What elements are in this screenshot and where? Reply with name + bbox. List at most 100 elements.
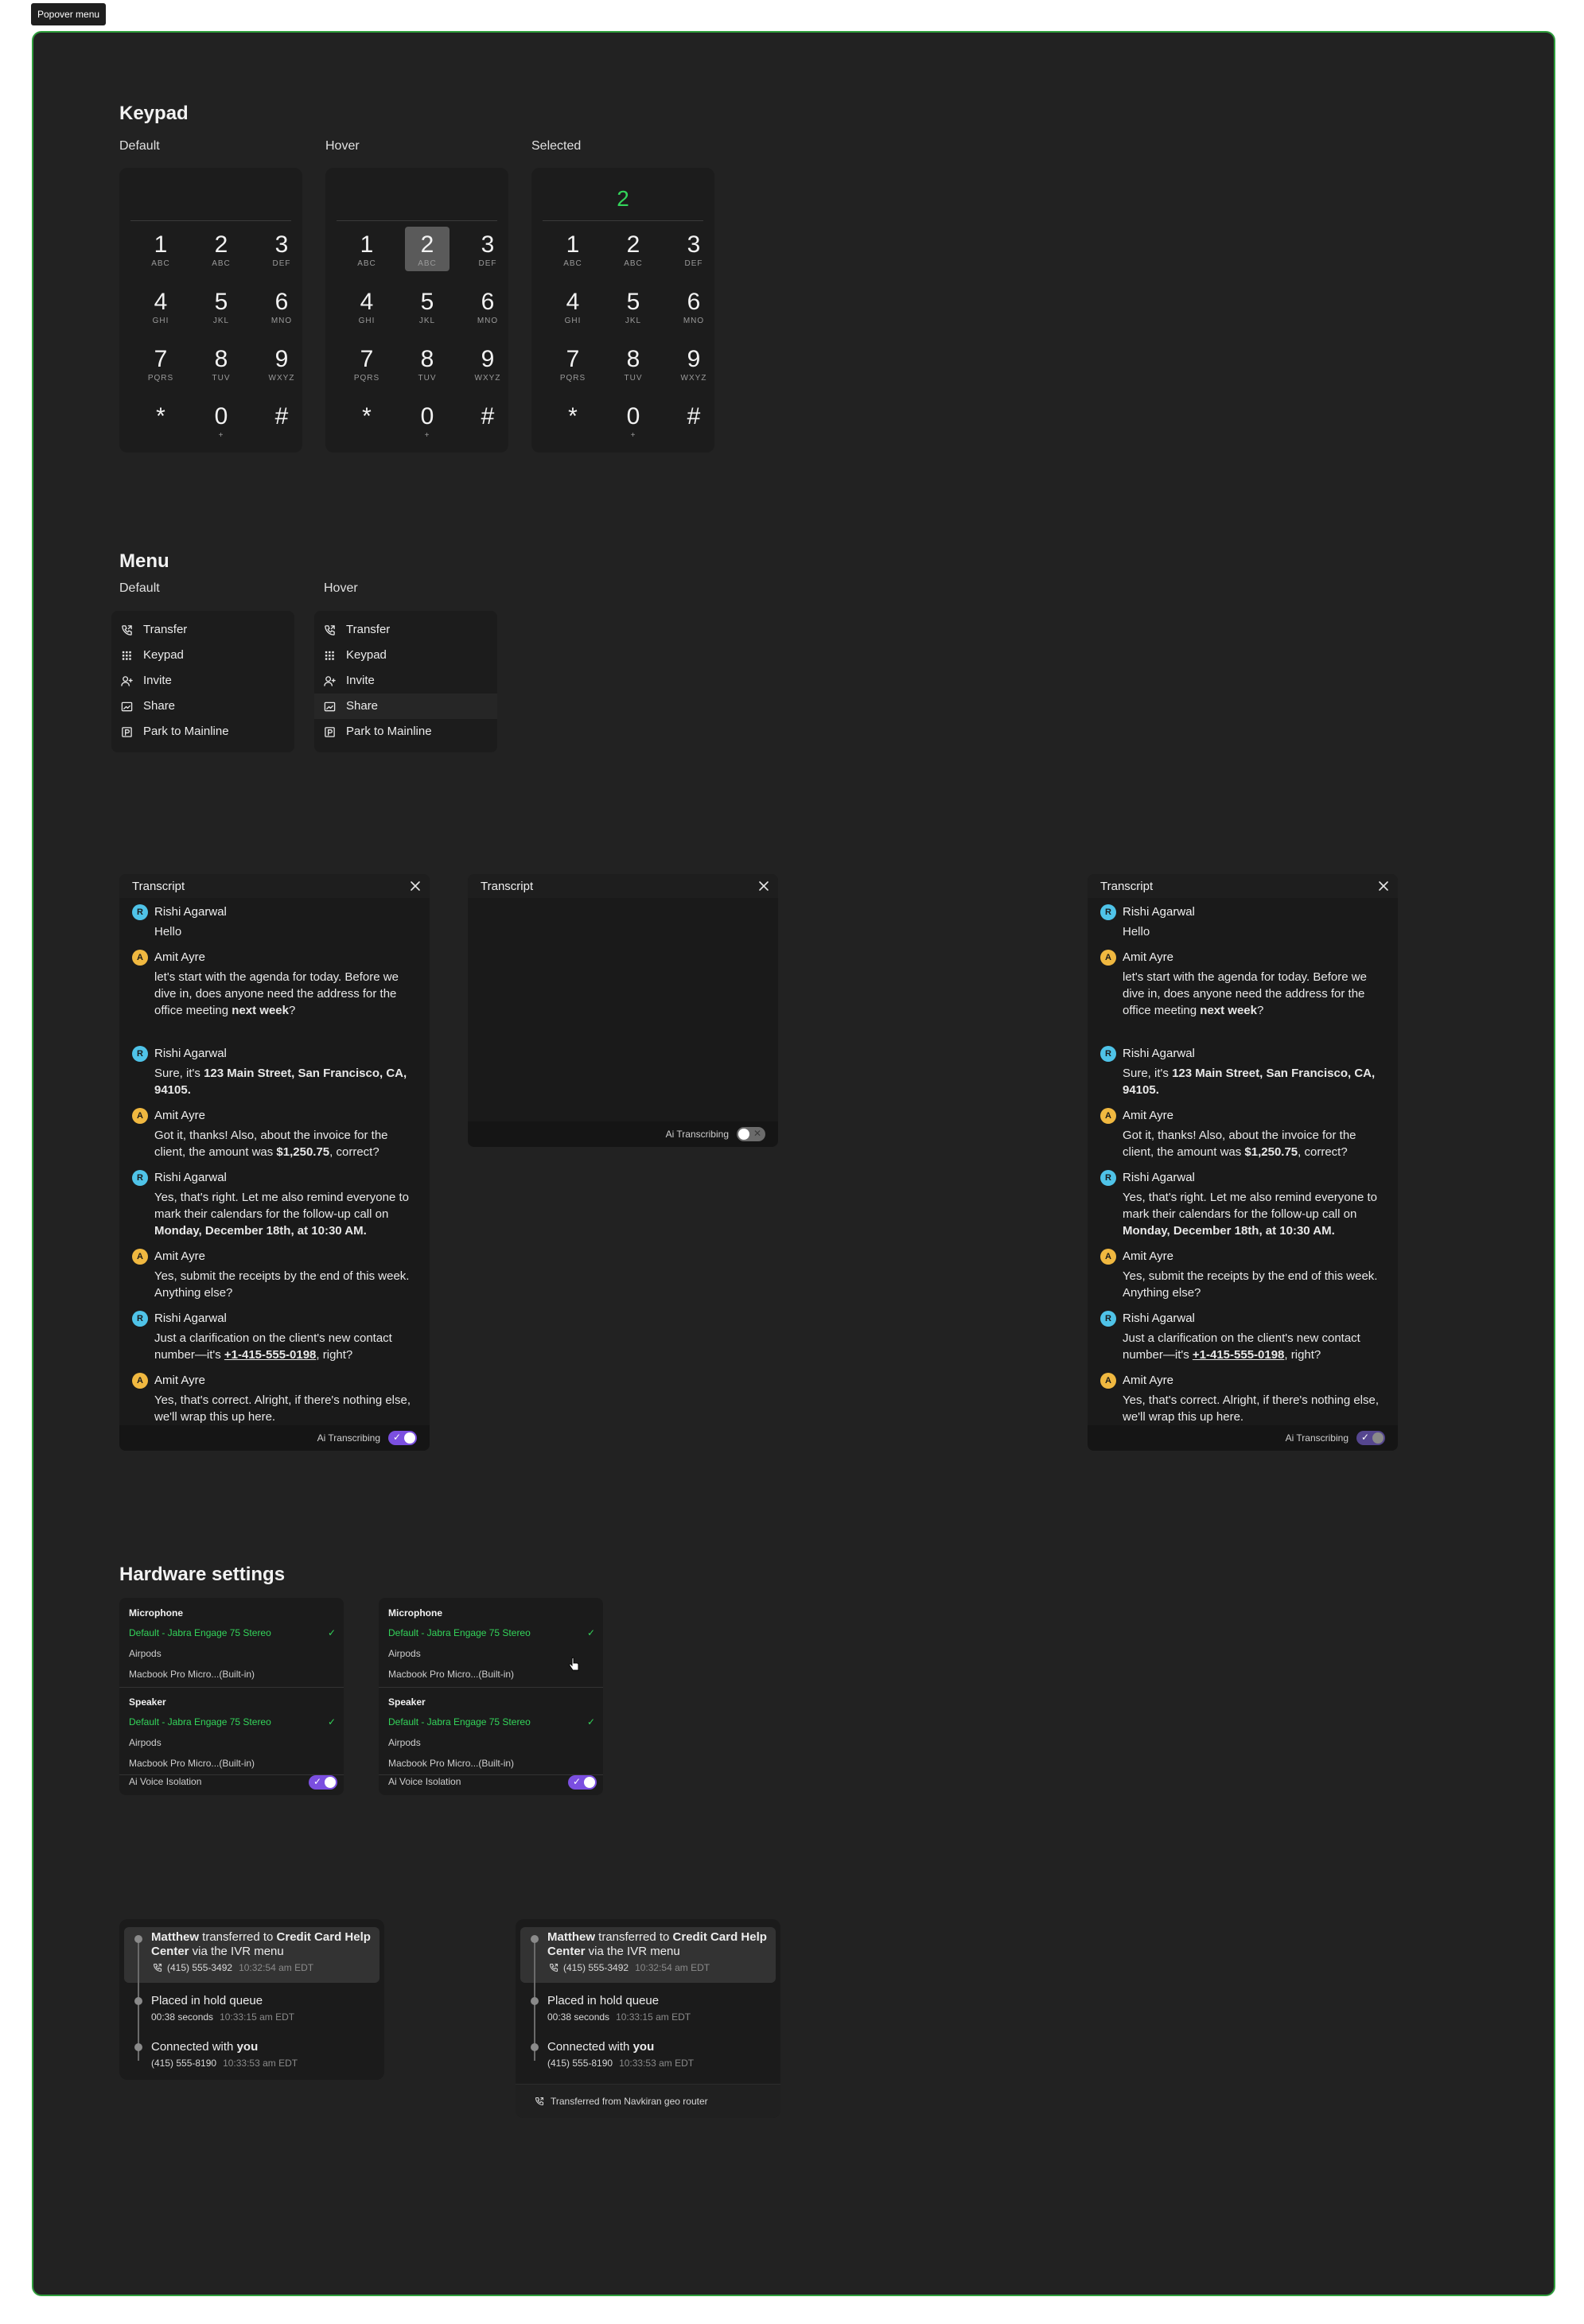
speaker-option[interactable]: Default - Jabra Engage 75 Stereo	[388, 1716, 531, 1727]
menu-item-invite[interactable]: Invite	[111, 668, 294, 694]
keypad-display: 2	[543, 177, 703, 221]
microphone-option[interactable]: Macbook Pro Micro...(Built-in)	[388, 1669, 514, 1680]
avatar: A	[1100, 950, 1116, 966]
keypad-key-9[interactable]: 9 WXYZ	[465, 341, 510, 386]
key-digit: 9	[274, 346, 289, 372]
keypad-key-5[interactable]: 5 JKL	[611, 284, 656, 328]
key-digit: 8	[214, 346, 228, 372]
menu-item-share[interactable]: Share	[111, 694, 294, 719]
menu-item-park-to-mainline[interactable]: Park to Mainline	[111, 719, 294, 744]
message-text: Sure, it's 123 Main Street, San Francisc…	[154, 1067, 407, 1097]
ai-transcribing-toggle[interactable]: ✓	[1356, 1431, 1385, 1445]
speaker-option[interactable]: Airpods	[388, 1737, 421, 1748]
transfer-event-title: Matthew transferred to Credit Card Help …	[151, 1930, 374, 1959]
keypad-key-5[interactable]: 5 JKL	[199, 284, 243, 328]
keypad-key-hash[interactable]: #	[259, 398, 304, 443]
toggle-knob	[738, 1129, 749, 1140]
keypad-key-6[interactable]: 6 MNO	[671, 284, 716, 328]
menu-item-keypad[interactable]: Keypad	[111, 643, 294, 668]
speaker-option[interactable]: Macbook Pro Micro...(Built-in)	[129, 1758, 255, 1769]
park-icon	[122, 727, 132, 737]
keypad-key-3[interactable]: 3 DEF	[259, 227, 304, 271]
keypad-key-2[interactable]: 2 ABC	[611, 227, 656, 271]
keypad-key-4[interactable]: 4 GHI	[138, 284, 183, 328]
check-icon: ✓	[313, 1776, 322, 1787]
menu-item-keypad[interactable]: Keypad	[314, 643, 497, 668]
keypad-key-1[interactable]: 1 ABC	[551, 227, 595, 271]
key-letters: MNO	[477, 317, 499, 325]
keypad-key-8[interactable]: 8 TUV	[405, 341, 450, 386]
keypad-key-2[interactable]: 2 ABC	[199, 227, 243, 271]
ai-transcribing-toggle[interactable]: ✕	[737, 1127, 765, 1141]
transcript-title: Transcript	[132, 880, 185, 893]
message-text: Hello	[1123, 925, 1150, 939]
keypad-key-8[interactable]: 8 TUV	[611, 341, 656, 386]
call-history-card-with-source: Matthew transferred to Credit Card Help …	[516, 1919, 780, 2118]
microphone-option[interactable]: Default - Jabra Engage 75 Stereo	[388, 1627, 531, 1638]
keypad-key-1[interactable]: 1 ABC	[138, 227, 183, 271]
speaker-name: Rishi Agarwal	[1123, 1047, 1195, 1060]
close-icon[interactable]	[1377, 880, 1390, 892]
keypad-key-star[interactable]: *	[344, 398, 389, 443]
toggle-knob	[584, 1777, 595, 1788]
speaker-option[interactable]: Airpods	[129, 1737, 162, 1748]
menu-item-label: Transfer	[346, 623, 391, 636]
keypad-key-2[interactable]: 2 ABC	[405, 227, 450, 271]
menu-item-transfer[interactable]: Transfer	[314, 617, 497, 643]
voice-isolation-toggle[interactable]: ✓	[309, 1775, 337, 1790]
key-digit: 1	[566, 231, 580, 258]
ai-transcribing-toggle[interactable]: ✓	[388, 1431, 417, 1445]
menu-item-share[interactable]: Share	[314, 694, 497, 719]
transcript-title: Transcript	[481, 880, 534, 893]
key-digit: 5	[420, 289, 434, 315]
keypad-key-star[interactable]: *	[138, 398, 183, 443]
key-digit: 0	[626, 403, 640, 429]
menu-item-park-to-mainline[interactable]: Park to Mainline	[314, 719, 497, 744]
keypad-key-7[interactable]: 7 PQRS	[551, 341, 595, 386]
avatar: R	[1100, 904, 1116, 920]
microphone-option[interactable]: Macbook Pro Micro...(Built-in)	[129, 1669, 255, 1680]
keypad-key-3[interactable]: 3 DEF	[465, 227, 510, 271]
keypad-key-7[interactable]: 7 PQRS	[138, 341, 183, 386]
keypad-key-4[interactable]: 4 GHI	[551, 284, 595, 328]
key-digit: 7	[566, 346, 580, 372]
keypad-key-7[interactable]: 7 PQRS	[344, 341, 389, 386]
keypad-key-1[interactable]: 1 ABC	[344, 227, 389, 271]
keypad-key-8[interactable]: 8 TUV	[199, 341, 243, 386]
keypad-key-6[interactable]: 6 MNO	[259, 284, 304, 328]
keypad-key-0[interactable]: 0 +	[611, 398, 656, 443]
connected-who: you	[236, 2040, 259, 2054]
menu-item-invite[interactable]: Invite	[314, 668, 497, 694]
keypad-key-0[interactable]: 0 +	[199, 398, 243, 443]
event-time: 10:33:15 am EDT	[616, 2011, 691, 2023]
check-icon: ✓	[327, 1627, 336, 1638]
close-icon[interactable]	[757, 880, 770, 892]
key-letters: +	[630, 431, 636, 440]
keypad-key-hash[interactable]: #	[671, 398, 716, 443]
speaker-option[interactable]: Macbook Pro Micro...(Built-in)	[388, 1758, 514, 1769]
keypad-key-9[interactable]: 9 WXYZ	[671, 341, 716, 386]
keypad-key-3[interactable]: 3 DEF	[671, 227, 716, 271]
transcript-panel-disabled: Transcript R Rishi Agarwal Hello A Amit Ayre …	[1088, 874, 1398, 1451]
voice-isolation-toggle[interactable]: ✓	[568, 1775, 597, 1790]
speaker-heading: Speaker	[388, 1696, 426, 1708]
speaker-option[interactable]: Default - Jabra Engage 75 Stereo	[129, 1716, 271, 1727]
close-icon[interactable]	[409, 880, 422, 892]
menu-item-transfer[interactable]: Transfer	[111, 617, 294, 643]
transfer-verb: transferred to	[595, 1930, 673, 1944]
hardware-section-title: Hardware settings	[119, 1564, 286, 1585]
connected-event-title: Connected with you	[547, 2040, 654, 2054]
microphone-option[interactable]: Airpods	[129, 1648, 162, 1659]
keypad-key-5[interactable]: 5 JKL	[405, 284, 450, 328]
keypad-key-4[interactable]: 4 GHI	[344, 284, 389, 328]
microphone-option[interactable]: Airpods	[388, 1648, 421, 1659]
keypad-key-9[interactable]: 9 WXYZ	[259, 341, 304, 386]
microphone-option[interactable]: Default - Jabra Engage 75 Stereo	[129, 1627, 271, 1638]
x-icon: ✕	[753, 1128, 761, 1139]
check-icon: ✓	[1361, 1432, 1370, 1443]
keypad-key-star[interactable]: *	[551, 398, 595, 443]
hold-event-meta: 00:38 seconds 10:33:15 am EDT	[151, 2011, 294, 2023]
keypad-key-hash[interactable]: #	[465, 398, 510, 443]
keypad-key-0[interactable]: 0 +	[405, 398, 450, 443]
keypad-key-6[interactable]: 6 MNO	[465, 284, 510, 328]
